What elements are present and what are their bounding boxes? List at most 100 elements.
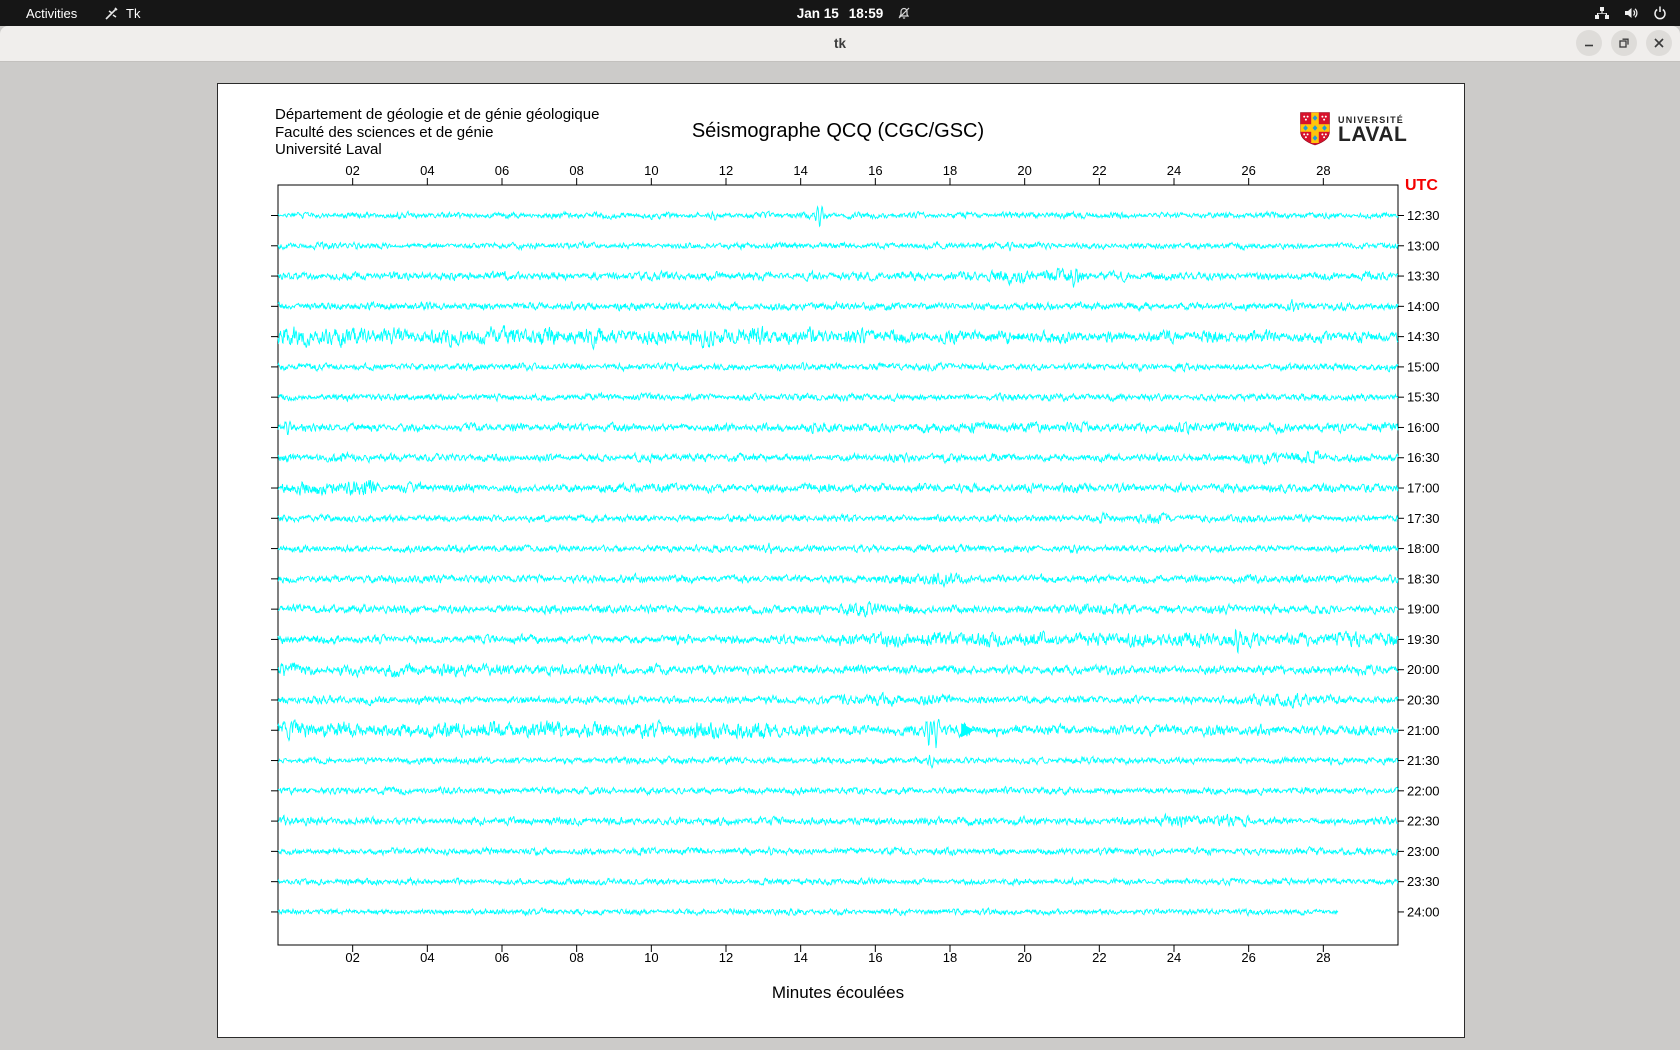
seismic-trace <box>277 240 1399 252</box>
seismic-trace <box>277 785 1399 797</box>
trace-time-label: 19:30 <box>1407 632 1440 647</box>
trace-time-label: 24:00 <box>1407 904 1440 919</box>
utc-label: UTC <box>1405 177 1438 194</box>
minimize-button[interactable] <box>1576 30 1602 56</box>
seismic-trace <box>277 267 1398 288</box>
tk-app-background: Département de géologie et de génie géol… <box>0 62 1680 1050</box>
seismic-trace <box>277 480 1399 497</box>
trace-time-label: 14:30 <box>1407 329 1440 344</box>
seismogram-traces <box>277 205 1399 918</box>
x-tick-label-top: 14 <box>793 163 807 178</box>
trace-time-label: 18:00 <box>1407 541 1440 556</box>
x-tick-label-bottom: 18 <box>943 950 957 965</box>
axis-labels: 02 02 04 04 06 06 08 08 10 10 12 12 14 14 16 16 18 18 20 20… <box>345 163 1439 965</box>
seismic-trace <box>277 662 1399 679</box>
seismic-trace <box>277 876 1399 887</box>
seismic-trace <box>277 205 1399 228</box>
trace-time-label: 22:30 <box>1407 814 1440 829</box>
trace-time-label: 19:00 <box>1407 602 1440 617</box>
clock-time: 18:59 <box>848 5 884 21</box>
seismic-trace <box>277 572 1399 589</box>
seismic-trace <box>277 845 1399 857</box>
trace-time-label: 17:30 <box>1407 511 1440 526</box>
x-tick-label-bottom: 10 <box>644 950 658 965</box>
x-tick-label-top: 08 <box>569 163 583 178</box>
x-tick-label-top: 02 <box>345 163 359 178</box>
window-title: tk <box>833 36 846 51</box>
x-tick-label-bottom: 02 <box>345 950 359 965</box>
trace-time-label: 16:30 <box>1407 450 1440 465</box>
x-tick-label-top: 04 <box>420 163 434 178</box>
x-tick-label-top: 20 <box>1017 163 1031 178</box>
x-tick-label-top: 06 <box>495 163 509 178</box>
x-tick-label-bottom: 06 <box>495 950 509 965</box>
seismic-trace <box>277 391 1399 403</box>
event-wedge <box>961 723 975 738</box>
trace-time-label: 22:00 <box>1407 783 1440 798</box>
clock[interactable]: Jan 15 18:59 <box>0 0 1680 26</box>
seismic-trace <box>277 325 1399 351</box>
network-wired-icon <box>1594 5 1610 21</box>
seismograph-canvas: Département de géologie et de génie géol… <box>217 83 1465 1038</box>
seismic-trace <box>277 299 1399 313</box>
x-tick-label-bottom: 20 <box>1017 950 1031 965</box>
seismic-trace <box>277 450 1399 466</box>
seismic-trace <box>277 691 1399 709</box>
seismic-trace <box>277 906 1339 918</box>
x-tick-label-top: 28 <box>1316 163 1330 178</box>
x-tick-label-top: 22 <box>1092 163 1106 178</box>
volume-icon <box>1623 5 1639 21</box>
x-tick-label-top: 18 <box>943 163 957 178</box>
trace-time-label: 21:00 <box>1407 723 1440 738</box>
power-icon <box>1652 5 1668 21</box>
trace-time-label: 20:30 <box>1407 692 1440 707</box>
x-axis-title: Minutes écoulées <box>771 983 905 1002</box>
x-tick-label-bottom: 16 <box>868 950 882 965</box>
x-tick-label-bottom: 14 <box>793 950 807 965</box>
seismic-trace <box>277 718 1399 749</box>
seismic-trace <box>277 812 1399 828</box>
seismic-trace <box>277 510 1399 525</box>
trace-time-label: 20:00 <box>1407 662 1440 677</box>
close-button[interactable] <box>1646 30 1672 56</box>
x-tick-label-bottom: 22 <box>1092 950 1106 965</box>
x-tick-label-top: 16 <box>868 163 882 178</box>
trace-time-label: 13:00 <box>1407 238 1440 253</box>
notifications-disabled-icon <box>896 5 912 21</box>
trace-time-label: 15:30 <box>1407 390 1440 405</box>
seismic-trace <box>277 361 1399 373</box>
trace-time-label: 17:00 <box>1407 481 1440 496</box>
x-tick-label-bottom: 12 <box>719 950 733 965</box>
trace-time-label: 16:00 <box>1407 420 1440 435</box>
x-tick-label-bottom: 04 <box>420 950 434 965</box>
maximize-button[interactable] <box>1611 30 1637 56</box>
trace-time-label: 23:00 <box>1407 844 1440 859</box>
window-title-bar[interactable]: tk <box>0 26 1680 62</box>
plot-axes <box>271 178 1404 952</box>
x-tick-label-top: 12 <box>719 163 733 178</box>
clock-date: Jan 15 <box>796 5 839 21</box>
trace-time-label: 14:00 <box>1407 299 1440 314</box>
plot-border <box>277 184 1399 946</box>
trace-time-label: 21:30 <box>1407 753 1440 768</box>
seismic-trace <box>278 754 1399 770</box>
helicorder-plot: 02 02 04 04 06 06 08 08 10 10 12 12 14 14 16 16 18 18 20 20… <box>271 163 1440 965</box>
system-tray[interactable] <box>1594 0 1668 26</box>
x-tick-label-bottom: 08 <box>569 950 583 965</box>
seismic-trace <box>277 628 1399 655</box>
x-tick-label-top: 24 <box>1167 163 1181 178</box>
seismic-trace <box>277 601 1399 618</box>
x-tick-label-bottom: 28 <box>1316 950 1330 965</box>
top-bar: Activities Tk Jan 15 18:59 <box>0 0 1680 26</box>
x-tick-label-top: 26 <box>1241 163 1255 178</box>
trace-time-label: 23:30 <box>1407 874 1440 889</box>
x-tick-label-bottom: 24 <box>1167 950 1181 965</box>
x-tick-label-top: 10 <box>644 163 658 178</box>
trace-time-label: 15:00 <box>1407 359 1440 374</box>
seismic-trace <box>277 542 1399 555</box>
trace-time-label: 12:30 <box>1407 208 1440 223</box>
trace-time-label: 13:30 <box>1407 269 1440 284</box>
seismic-trace <box>277 420 1399 436</box>
trace-time-label: 18:30 <box>1407 571 1440 586</box>
x-tick-label-bottom: 26 <box>1241 950 1255 965</box>
